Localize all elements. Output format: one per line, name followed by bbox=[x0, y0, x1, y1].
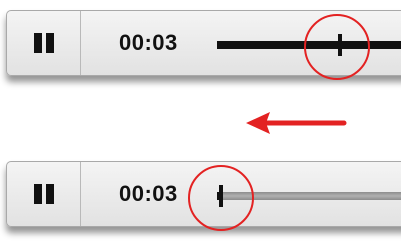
pause-icon bbox=[33, 33, 55, 53]
highlight-circle-before bbox=[304, 14, 370, 80]
highlight-circle-after bbox=[188, 165, 254, 231]
elapsed-time: 00:03 bbox=[119, 30, 178, 55]
pause-button[interactable] bbox=[7, 11, 81, 75]
pause-icon bbox=[33, 184, 55, 204]
pause-button[interactable] bbox=[7, 162, 81, 226]
elapsed-time: 00:03 bbox=[119, 181, 178, 206]
scrubber-illustration: 00:03 00:03 bbox=[0, 0, 401, 248]
left-arrow-icon bbox=[246, 112, 347, 134]
